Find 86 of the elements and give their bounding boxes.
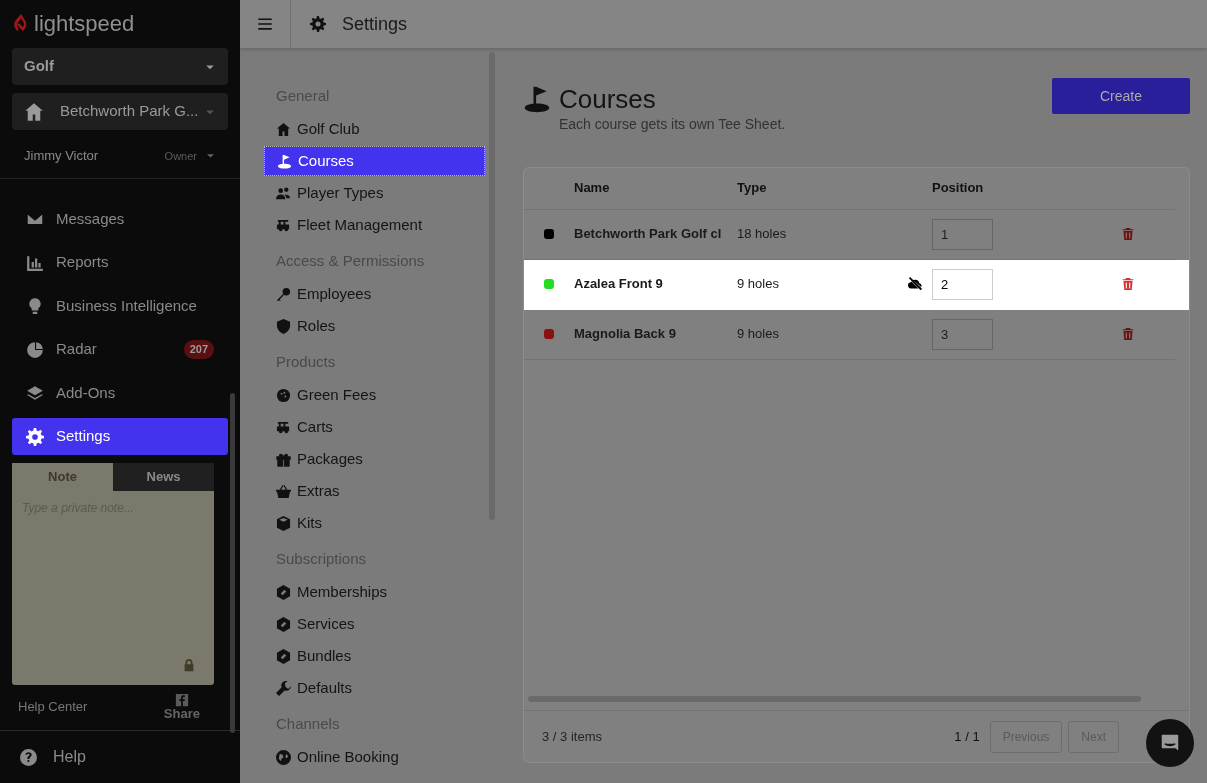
settings-nav-item[interactable]: Green Fees [264,380,485,410]
box-icon [276,515,291,531]
shield-icon [276,318,291,334]
radar-icon [26,340,44,359]
bulb-icon [26,297,44,316]
table-row[interactable]: Betchworth Park Golf cl 18 holes 1 [524,209,1175,260]
gift-icon [276,451,291,467]
count-badge: 207 [183,340,214,359]
settings-nav-item[interactable]: Roles [264,311,485,341]
sidebar-item[interactable]: Reports [12,244,228,282]
facebook-icon [174,693,189,707]
cart-icon [276,217,291,233]
settings-nav-item[interactable]: Employees [264,279,485,309]
scrollbar[interactable] [230,393,235,733]
position-field[interactable]: 3 [932,318,993,350]
trash-icon [1122,328,1134,341]
note-tab[interactable]: News [113,462,214,491]
trash-icon [1122,228,1134,241]
trash-icon [1122,278,1134,291]
sidebar-item[interactable]: Messages [12,200,228,238]
settings-nav-item[interactable]: Kits [264,508,485,538]
item-count: 3 / 3 items [542,727,602,746]
page-indicator: 1 / 1 [954,727,980,746]
column-header: Name [574,179,611,198]
key-icon [276,286,291,302]
help-icon [20,748,37,766]
gear-icon [26,427,44,446]
sidebar-item[interactable]: Settings [12,418,228,456]
wrench-icon [276,680,291,696]
user-name: Jimmy Victor [24,147,99,166]
table-cell-text: Betchworth Park Golf cl [574,225,723,244]
table-cell-text: Magnolia Back 9 [574,325,677,344]
location-select[interactable]: Betchworth Park G... [12,93,228,131]
table-cell-text: 9 holes [737,325,780,344]
sidebar-item[interactable]: Radar 207 [12,331,228,369]
menu-icon [256,15,274,33]
column-header: Type [737,179,768,198]
settings-nav-item[interactable]: Defaults [264,673,485,703]
brand-name: lightspeed [34,9,135,38]
chart-icon [26,253,44,272]
table-cell-text: 18 holes [737,225,788,244]
cart-icon [276,419,291,435]
help-link[interactable]: Help [0,731,240,783]
settings-nav-item[interactable]: Player Types [264,178,485,208]
table-row[interactable]: Azalea Front 9 9 holes 2 [524,259,1189,310]
settings-nav-item[interactable]: Bundles [264,641,485,671]
ball-icon [276,387,291,403]
flag-icon [277,153,292,169]
column-header: Position [932,179,985,198]
chat-button[interactable] [1146,719,1194,767]
create-button[interactable]: Create [1052,78,1190,114]
share-button[interactable]: Share [163,693,200,720]
settings-nav-item[interactable]: Memberships [264,577,485,607]
settings-nav-item[interactable]: Packages [264,444,485,474]
users-icon [276,185,291,201]
globe-icon [276,749,291,765]
settings-nav-item[interactable]: Golf Club [264,114,485,144]
page-heading: Settings [342,12,408,36]
help-center-link[interactable]: Help Center [18,696,88,717]
position-field[interactable]: 1 [932,218,993,250]
user-role: Owner [164,148,197,164]
table-cell-text: Azalea Front 9 [574,275,664,294]
table-cell-text: 9 holes [737,275,780,294]
settings-nav-item[interactable]: Courses [264,146,485,176]
sidebar-item[interactable]: Add-Ons [12,374,228,412]
flag-icon [523,85,551,114]
hex-icon [276,616,291,632]
page-subtitle: Each course gets its own Tee Sheet. [558,114,786,134]
house-icon [276,121,291,137]
settings-nav-item[interactable]: Carts [264,412,485,442]
table-row[interactable]: Magnolia Back 9 9 holes 3 [524,309,1175,360]
position-field[interactable]: 2 [932,268,993,300]
settings-nav-item[interactable]: Extras [264,476,485,506]
note-tab[interactable]: Note [12,462,113,491]
page-title: Courses [559,85,656,114]
hex-icon [276,584,291,600]
business-select[interactable]: Golf [12,48,228,86]
lock-icon [182,657,196,673]
sidebar-item[interactable]: Business Intelligence [12,287,228,325]
house-icon [24,101,44,122]
gear-icon [310,16,326,32]
settings-nav-item[interactable]: Online Booking [264,742,485,772]
hex-icon [276,648,291,664]
settings-nav-item[interactable]: Fleet Management [264,210,485,240]
basket-icon [276,483,291,499]
settings-nav-item[interactable]: Services [264,609,485,639]
